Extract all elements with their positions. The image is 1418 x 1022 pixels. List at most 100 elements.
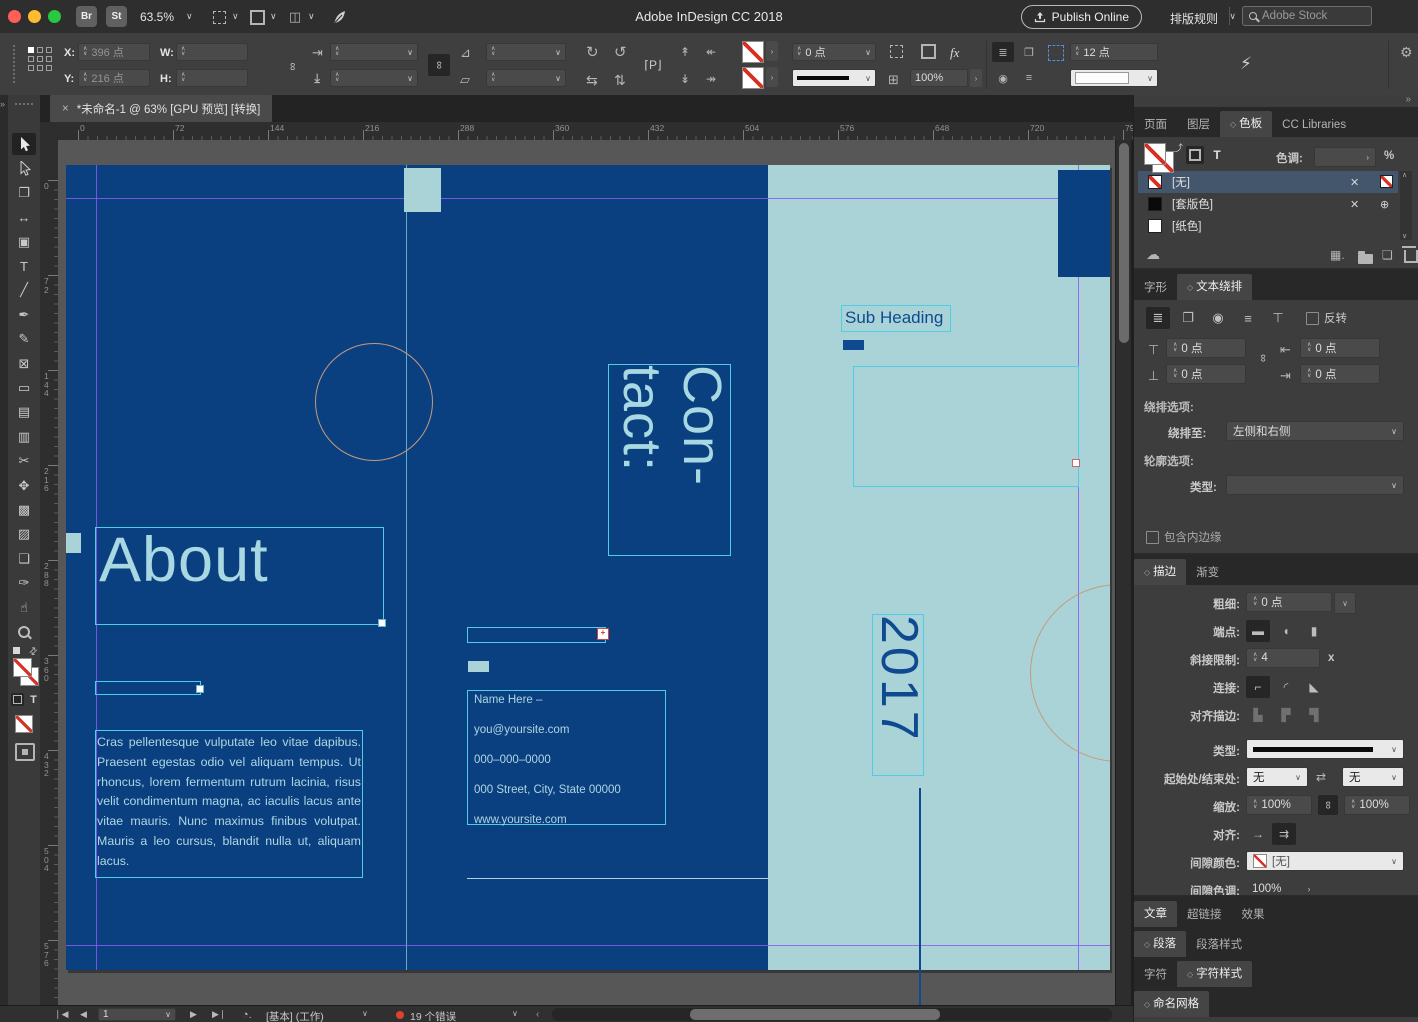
frame-tool[interactable]: ⊠ [12, 353, 36, 375]
leading-field[interactable]: ∧∨12 点 [1070, 43, 1158, 61]
about-heading[interactable]: About [99, 529, 269, 592]
page-tool[interactable]: ❐ [12, 182, 36, 204]
select-child-icon[interactable]: ↡ [680, 73, 690, 85]
type-tool[interactable]: T [12, 255, 36, 277]
adobe-stock-search-input[interactable]: Adobe Stock [1242, 6, 1372, 26]
miter-limit-field[interactable]: ∧∨4 [1246, 648, 1320, 668]
horizontal-scrollbar[interactable] [552, 1008, 1112, 1021]
pen-tool[interactable]: ✒ [12, 304, 36, 326]
constrain-dimensions-icon[interactable]: ∞ [288, 57, 296, 72]
formatting-affects-text-icon[interactable]: T [27, 693, 40, 706]
gradient-feather-tool[interactable]: ▨ [12, 523, 36, 545]
formatting-affects-container-icon[interactable] [11, 693, 24, 706]
direct-selection-tool[interactable] [12, 157, 36, 179]
horizontal-ruler[interactable]: 072144216288360432504576648720792 [58, 122, 1133, 141]
close-tab-icon[interactable]: × [62, 103, 69, 115]
stroke-panel-weight-field[interactable]: ∧∨0 点 [1246, 592, 1332, 612]
swap-start-end-icon[interactable]: ⇄ [1316, 771, 1326, 783]
hand-tool[interactable]: ☝ [12, 597, 36, 619]
select-next-icon[interactable]: ↠ [706, 73, 716, 85]
tab-cc-libraries[interactable]: CC Libraries [1272, 113, 1356, 137]
top-right-blue-rectangle[interactable] [1058, 170, 1110, 277]
toolbar-fill-swatch[interactable] [13, 658, 32, 677]
content-collector-tool[interactable]: ▣ [12, 231, 36, 253]
wrap-bounding-box-button[interactable]: ❐ [1176, 307, 1200, 329]
corner-options-icon[interactable] [888, 43, 904, 59]
rotate-ccw-icon[interactable]: ↺ [614, 45, 627, 60]
note-tool[interactable]: ❏ [12, 548, 36, 570]
no-wrap-button[interactable]: ≣ [1146, 307, 1170, 329]
contact-info-frame[interactable]: Name Here –you@yoursite.com000–000–00000… [467, 690, 666, 825]
align-arrow-tip-button[interactable]: → [1246, 823, 1270, 845]
align-inside-button[interactable]: ▛ [1274, 704, 1298, 726]
horizontal-rule[interactable] [467, 878, 769, 879]
jump-object-button[interactable]: ≡ [1236, 307, 1260, 329]
body-text[interactable]: Cras pellentesque vulputate leo vitae da… [97, 733, 361, 872]
stroke-type-dropdown[interactable]: ∨ [1246, 739, 1404, 759]
effects-fx-icon[interactable]: fx [950, 45, 959, 61]
gap-tool[interactable]: ↔ [12, 206, 36, 228]
rotation-angle-field[interactable]: ∧∨∨ [486, 43, 566, 61]
round-cap-button[interactable]: ◖ [1274, 620, 1298, 642]
bridge-button[interactable]: Br [76, 6, 97, 27]
preflight-profile[interactable]: [基本] (工作) [266, 1009, 324, 1022]
dock-collapse-icon[interactable]: » [1405, 94, 1411, 105]
vertical-scrollbar-thumb[interactable] [1119, 143, 1129, 343]
last-page-button[interactable]: ▶❘ [212, 1009, 226, 1020]
opacity-field[interactable]: 100% [910, 69, 968, 87]
top-cyan-rectangle[interactable] [404, 168, 441, 212]
rotate-cw-icon[interactable]: ↻ [586, 45, 599, 60]
tab-layers[interactable]: 图层 [1177, 113, 1220, 137]
zoom-tool[interactable] [12, 621, 36, 643]
select-container-icon[interactable]: ⌈P⌋ [640, 53, 666, 77]
left-edge-cyan-rectangle[interactable] [66, 533, 81, 553]
swatch-row[interactable]: [无]✕ [1138, 171, 1398, 193]
tab-text-wrap[interactable]: ◇文本绕排 [1177, 274, 1252, 300]
screen-mode-icon[interactable] [248, 9, 266, 25]
align-arrow-extend-button[interactable]: ⇉ [1272, 823, 1296, 845]
tab-article[interactable]: 文章 [1134, 901, 1177, 927]
line-tool[interactable]: ╱ [12, 279, 36, 301]
tab-hyperlinks[interactable]: 超链接 [1177, 903, 1232, 927]
frame-port-marker[interactable] [1072, 459, 1080, 467]
next-page-button[interactable]: ▶ [190, 1009, 197, 1020]
stroke-swatch[interactable] [742, 67, 764, 89]
vertical-scrollbar[interactable] [1115, 140, 1132, 1005]
constrain-scale-icon[interactable]: ∞ [428, 54, 450, 76]
shear-angle-field[interactable]: ∧∨∨ [486, 69, 566, 87]
select-parent-icon[interactable]: ↟ [680, 46, 690, 58]
top-offset-field[interactable]: ∧∨0 点 [1166, 338, 1246, 358]
reference-point-proxy[interactable] [28, 47, 58, 81]
gpu-feather-icon[interactable] [330, 8, 348, 26]
select-previous-icon[interactable]: ↞ [706, 46, 716, 58]
preflight-gauge-icon[interactable]: ◔. [242, 1009, 252, 1021]
page-number-field[interactable]: 1∨ [98, 1008, 176, 1021]
frame-fitting-proxy-icon[interactable] [1048, 45, 1064, 61]
width-field[interactable]: ∧∨ [176, 43, 248, 61]
minimize-window-button[interactable] [28, 10, 41, 23]
bottom-offset-field[interactable]: ∧∨0 点 [1166, 364, 1246, 384]
align-outside-button[interactable]: ▜ [1302, 704, 1326, 726]
error-count[interactable]: 19 个错误 [410, 1009, 456, 1022]
right-offset-field[interactable]: ∧∨0 点 [1300, 364, 1380, 384]
arrange-documents-chevron-icon[interactable]: ∨ [308, 11, 315, 22]
projecting-cap-button[interactable]: ▮ [1302, 620, 1326, 642]
subheading-text[interactable]: Sub Heading [845, 308, 943, 328]
year-vertical-line[interactable] [919, 788, 921, 1005]
error-chevron-icon[interactable]: ∨ [512, 1009, 518, 1018]
fill-flyout-icon[interactable]: › [766, 41, 778, 61]
year-text-frame[interactable]: 2017 [872, 614, 924, 776]
wrap-to-dropdown[interactable]: 左侧和右侧∨ [1226, 421, 1404, 441]
offset-chain-icon[interactable]: ∞ [1254, 349, 1272, 367]
wrap-around-bounding-box-icon[interactable]: ❐ [1018, 42, 1040, 62]
tab-paragraph-styles[interactable]: 段落样式 [1186, 933, 1252, 957]
contact-text-frame[interactable]: Con- tact: [608, 364, 731, 556]
gap-color-dropdown[interactable]: [无]∨ [1246, 851, 1404, 871]
horizontal-scrollbar-thumb[interactable] [690, 1009, 940, 1020]
default-fill-stroke-icon[interactable] [13, 647, 20, 654]
fill-swatch[interactable] [742, 41, 764, 63]
include-inside-edges-checkbox[interactable] [1146, 531, 1159, 544]
view-options-icon[interactable] [210, 9, 228, 25]
stroke-style-dropdown[interactable]: ∨ [792, 69, 876, 87]
eyedropper-tool[interactable]: ✑ [12, 572, 36, 594]
